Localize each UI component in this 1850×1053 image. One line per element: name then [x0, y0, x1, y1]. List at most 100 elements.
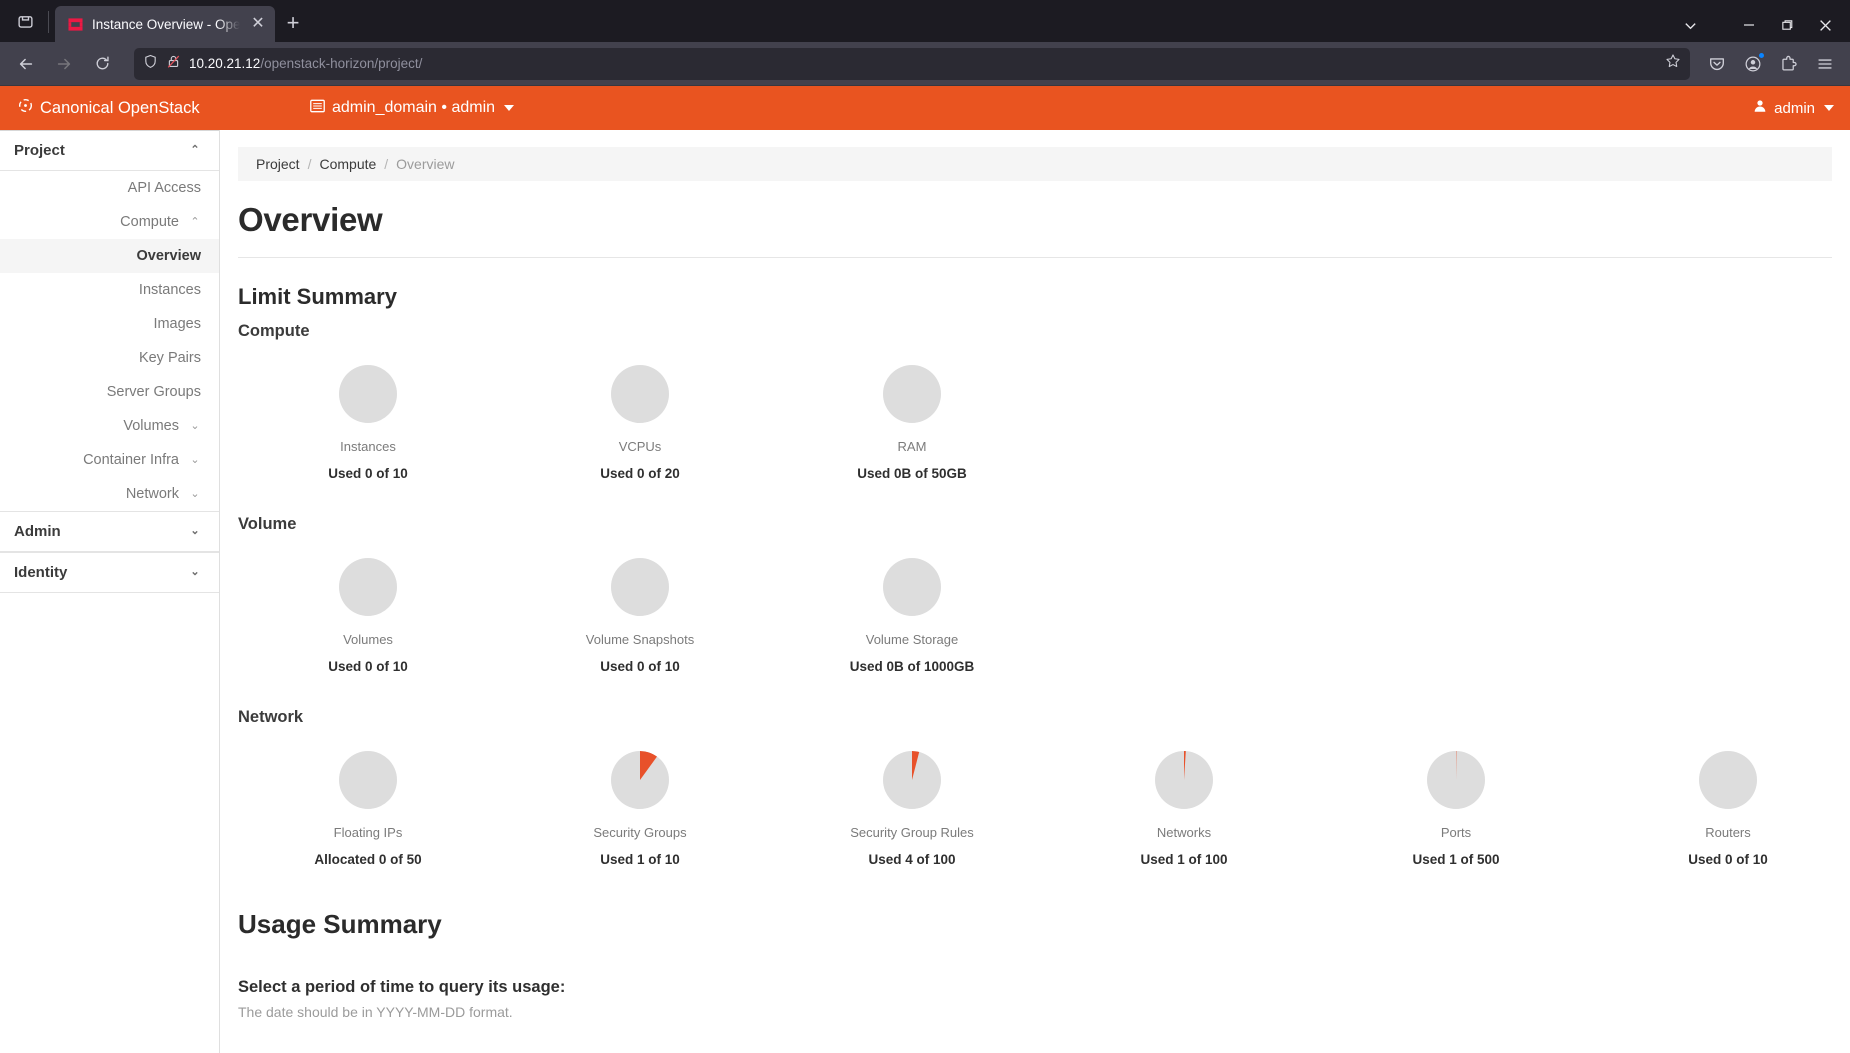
- quota-row-network: Floating IPs Allocated 0 of 50 Security …: [232, 737, 1838, 867]
- quota-value: Used 0 of 10: [1688, 852, 1768, 867]
- brand-label: Canonical OpenStack: [40, 98, 200, 117]
- sidebar-item-label: Key Pairs: [138, 350, 201, 366]
- sidebar-item-overview[interactable]: Overview: [0, 239, 219, 273]
- quota-label: Ports: [1440, 825, 1472, 840]
- sidebar-item-server-groups[interactable]: Server Groups: [0, 375, 219, 409]
- url-text[interactable]: 10.20.21.12/openstack-horizon/project/: [189, 56, 1657, 71]
- pocket-icon[interactable]: [1700, 48, 1734, 80]
- breadcrumb-item-project[interactable]: Project: [256, 156, 300, 172]
- quota-card-security-group-rules: Security Group Rules Used 4 of 100: [776, 737, 1048, 867]
- user-menu-label: admin: [1774, 99, 1815, 117]
- insecure-connection-lock-icon[interactable]: [166, 54, 181, 74]
- sidebar: Project API Access Compute Overview Inst…: [0, 130, 220, 1053]
- sidebar-item-label: Instances: [138, 282, 201, 298]
- bookmark-star-icon[interactable]: [1665, 53, 1681, 74]
- sidebar-item-api-access[interactable]: API Access: [0, 171, 219, 205]
- quota-card-ram: RAM Used 0B of 50GB: [776, 351, 1048, 481]
- sidebar-item-label: API Access: [127, 180, 201, 196]
- pie-chart: [339, 365, 397, 423]
- group-title-volume: Volume: [238, 515, 297, 533]
- sidebar-item-label: Volumes: [123, 418, 179, 434]
- chevron-up-icon: [189, 145, 201, 156]
- browser-navigation-bar: 10.20.21.12/openstack-horizon/project/: [0, 42, 1850, 86]
- extensions-icon[interactable]: [1772, 48, 1806, 80]
- quota-value: Used 0B of 1000GB: [849, 659, 975, 674]
- quota-row-compute: Instances Used 0 of 10 VCPUs Used 0 of 2…: [232, 351, 1838, 481]
- domain-project-icon: [310, 99, 325, 118]
- quota-label: Networks: [1156, 825, 1212, 840]
- quota-card-networks: Networks Used 1 of 100: [1048, 737, 1320, 867]
- back-arrow-icon[interactable]: [8, 48, 44, 80]
- canonical-circle-of-friends-icon: [18, 98, 33, 118]
- quota-value: Used 0 of 10: [600, 659, 680, 674]
- window-restore-button[interactable]: [1770, 10, 1804, 40]
- reload-icon[interactable]: [84, 48, 120, 80]
- user-menu[interactable]: admin: [1753, 99, 1834, 117]
- quota-label: Volume Storage: [865, 632, 959, 647]
- url-bar[interactable]: 10.20.21.12/openstack-horizon/project/: [134, 47, 1690, 80]
- quota-value: Used 0 of 10: [328, 466, 408, 481]
- breadcrumb-separator: /: [307, 156, 312, 172]
- quota-label: Instances: [340, 439, 396, 454]
- sidebar-group-volumes[interactable]: Volumes: [0, 409, 219, 443]
- usage-period-prompt: Select a period of time to query its usa…: [238, 978, 566, 996]
- sidebar-item-instances[interactable]: Instances: [0, 273, 219, 307]
- sidebar-section-label: Admin: [14, 523, 61, 540]
- browser-tab[interactable]: Instance Overview - Open ✕: [55, 6, 275, 42]
- sidebar-section-admin[interactable]: Admin: [0, 511, 219, 552]
- sidebar-item-label: Images: [153, 316, 201, 332]
- quota-label: RAM: [897, 439, 927, 454]
- sidebar-item-label: Container Infra: [83, 452, 179, 468]
- openstack-header: Canonical OpenStack admin_domain • admin…: [0, 86, 1850, 130]
- sidebar-group-network[interactable]: Network: [0, 477, 219, 511]
- quota-card-volume-storage: Volume Storage Used 0B of 1000GB: [776, 544, 1048, 674]
- quota-label: VCPUs: [618, 439, 662, 454]
- breadcrumb-item-compute[interactable]: Compute: [319, 156, 376, 172]
- pie-chart: [1155, 751, 1213, 809]
- group-title-compute: Compute: [238, 322, 310, 340]
- sidebar-item-label: Server Groups: [106, 384, 201, 400]
- main-content: Project / Compute / Overview Overview Li…: [220, 130, 1850, 1053]
- quota-label: Routers: [1705, 825, 1751, 840]
- context-switcher[interactable]: admin_domain • admin: [310, 99, 515, 118]
- account-icon[interactable]: [1736, 48, 1770, 80]
- usage-summary-title: Usage Summary: [238, 909, 442, 939]
- sidebar-group-container-infra[interactable]: Container Infra: [0, 443, 219, 477]
- pie-chart: [883, 558, 941, 616]
- tracking-protection-shield-icon[interactable]: [143, 54, 158, 74]
- quota-card-floating-ips: Floating IPs Allocated 0 of 50: [232, 737, 504, 867]
- tab-close-icon[interactable]: ✕: [249, 16, 267, 32]
- quota-card-security-groups: Security Groups Used 1 of 10: [504, 737, 776, 867]
- quota-value: Used 1 of 10: [600, 852, 680, 867]
- breadcrumb-item-overview: Overview: [396, 156, 455, 172]
- quota-value: Used 1 of 100: [1140, 852, 1228, 867]
- sidebar-section-identity[interactable]: Identity: [0, 552, 219, 593]
- window-close-button[interactable]: [1808, 10, 1842, 40]
- sidebar-section-label: Project: [14, 142, 65, 159]
- sidebar-item-images[interactable]: Images: [0, 307, 219, 341]
- tabstrip-divider: [48, 11, 49, 33]
- quota-card-volume-snapshots: Volume Snapshots Used 0 of 10: [504, 544, 776, 674]
- brand[interactable]: Canonical OpenStack: [18, 98, 264, 118]
- sidebar-item-label: Overview: [136, 248, 202, 264]
- hamburger-menu-icon[interactable]: [1808, 48, 1842, 80]
- context-label: admin_domain • admin: [332, 99, 496, 116]
- account-notification-dot: [1758, 51, 1765, 59]
- new-tab-button[interactable]: +: [275, 5, 311, 41]
- pie-chart: [611, 558, 669, 616]
- list-all-tabs-icon[interactable]: [1670, 10, 1710, 40]
- user-icon: [1753, 99, 1767, 117]
- firefox-view-button[interactable]: [6, 2, 44, 40]
- breadcrumb: Project / Compute / Overview: [238, 147, 1832, 181]
- sidebar-item-key-pairs[interactable]: Key Pairs: [0, 341, 219, 375]
- breadcrumb-separator: /: [384, 156, 389, 172]
- quota-label: Volume Snapshots: [585, 632, 695, 647]
- sidebar-group-compute[interactable]: Compute: [0, 205, 219, 239]
- url-path: /openstack-horizon/project/: [260, 56, 423, 71]
- quota-value: Used 0 of 20: [600, 466, 680, 481]
- window-minimize-button[interactable]: [1732, 10, 1766, 40]
- sidebar-section-project[interactable]: Project: [0, 130, 219, 171]
- quota-label: Security Groups: [593, 825, 687, 840]
- quota-row-volume: Volumes Used 0 of 10 Volume Snapshots Us…: [232, 544, 1838, 674]
- sidebar-item-label: Compute: [120, 214, 179, 230]
